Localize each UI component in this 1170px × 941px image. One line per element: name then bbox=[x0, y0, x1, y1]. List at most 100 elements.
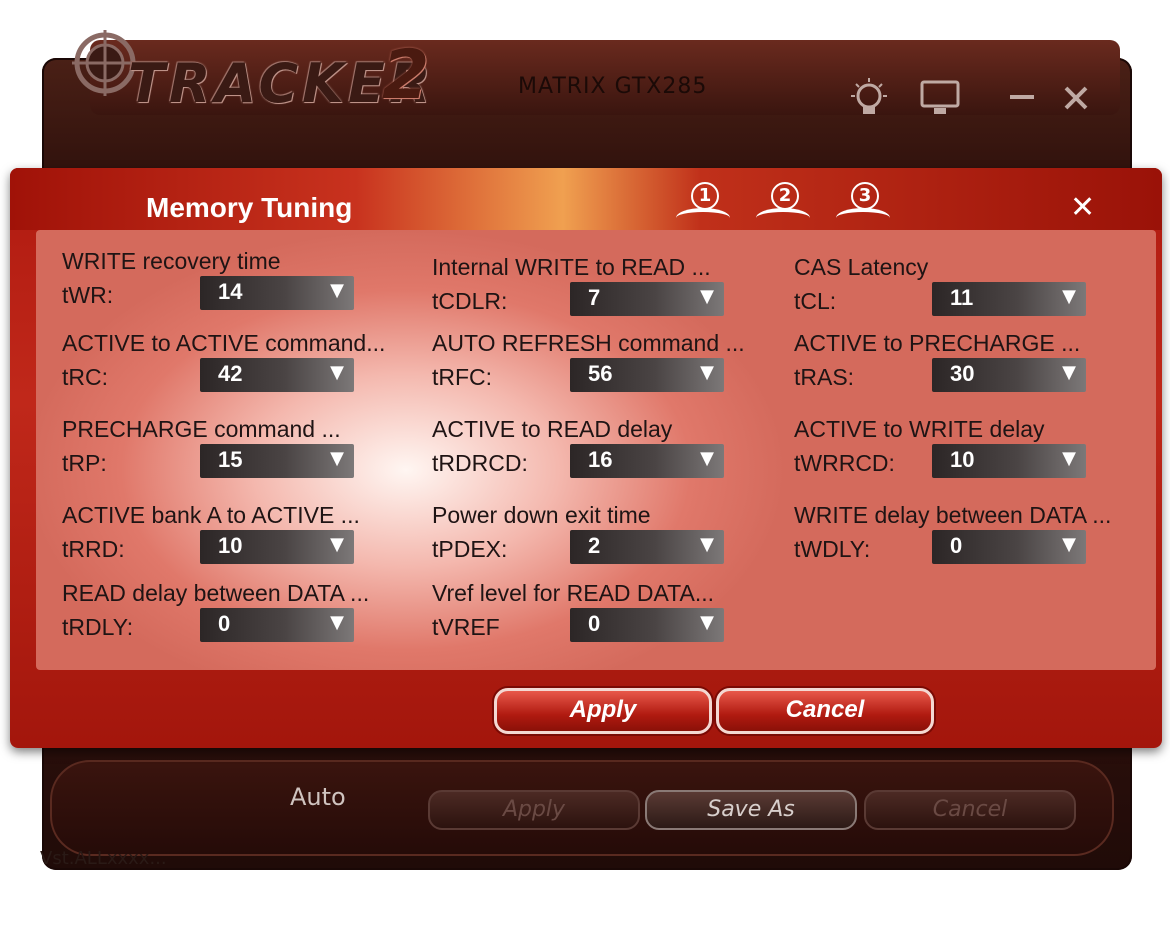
step-2-tab[interactable]: 2 bbox=[752, 182, 814, 226]
window-close-icon[interactable] bbox=[1062, 84, 1090, 112]
chevron-down-icon: ▼ bbox=[700, 286, 714, 307]
dropdown-value: 15 bbox=[218, 447, 243, 472]
chevron-down-icon: ▼ bbox=[700, 612, 714, 633]
field-twrrcd: ACTIVE to WRITE delay tWRRCD: 10 ▼ bbox=[794, 416, 1154, 496]
memory-tuning-dialog: Memory Tuning 1 2 3 ✕ WRITE recovery tim… bbox=[10, 168, 1162, 748]
field-abbr: tRDLY: bbox=[62, 614, 134, 640]
field-trrd: ACTIVE bank A to ACTIVE ... tRRD: 10 ▼ bbox=[62, 502, 422, 582]
dropdown-value: 56 bbox=[588, 361, 613, 386]
light-bulb-icon[interactable] bbox=[846, 76, 892, 122]
field-abbr: tVREF bbox=[432, 614, 500, 640]
chevron-down-icon: ▼ bbox=[330, 362, 344, 383]
chevron-down-icon: ▼ bbox=[1062, 362, 1076, 383]
trfc-dropdown[interactable]: 56 ▼ bbox=[570, 358, 724, 392]
field-abbr: tCDLR: bbox=[432, 288, 508, 314]
dropdown-value: 42 bbox=[218, 361, 243, 386]
field-abbr: tRAS: bbox=[794, 364, 855, 390]
save-as-button[interactable]: Save As bbox=[645, 790, 857, 830]
tcdlr-dropdown[interactable]: 7 ▼ bbox=[570, 282, 724, 316]
tpdex-dropdown[interactable]: 2 ▼ bbox=[570, 530, 724, 564]
dropdown-value: 0 bbox=[950, 533, 963, 558]
field-tpdex: Power down exit time tPDEX: 2 ▼ bbox=[432, 502, 792, 582]
trdrcd-dropdown[interactable]: 16 ▼ bbox=[570, 444, 724, 478]
field-label: Internal WRITE to READ ... bbox=[432, 254, 711, 280]
field-trdrcd: ACTIVE to READ delay tRDRCD: 16 ▼ bbox=[432, 416, 792, 496]
field-abbr: tRC: bbox=[62, 364, 108, 390]
step-wing-icon bbox=[756, 208, 810, 228]
twdly-dropdown[interactable]: 0 ▼ bbox=[932, 530, 1086, 564]
app-version-mark: 2 bbox=[382, 36, 430, 115]
main-apply-button[interactable]: Apply bbox=[428, 790, 640, 830]
field-trp: PRECHARGE command ... tRP: 15 ▼ bbox=[62, 416, 422, 496]
gpu-model-label: MATRIX GTX285 bbox=[518, 74, 708, 99]
field-tvref: Vref level for READ DATA... tVREF 0 ▼ bbox=[432, 580, 792, 660]
field-label: ACTIVE bank A to ACTIVE ... bbox=[62, 502, 360, 528]
field-abbr: tCL: bbox=[794, 288, 837, 314]
dialog-title: Memory Tuning bbox=[146, 192, 353, 223]
twrrcd-dropdown[interactable]: 10 ▼ bbox=[932, 444, 1086, 478]
dropdown-value: 16 bbox=[588, 447, 613, 472]
chevron-down-icon: ▼ bbox=[330, 612, 344, 633]
step-3-tab[interactable]: 3 bbox=[832, 182, 894, 226]
field-abbr: tWDLY: bbox=[794, 536, 871, 562]
dropdown-value: 14 bbox=[218, 279, 243, 304]
field-label: Vref level for READ DATA... bbox=[432, 580, 715, 606]
field-tras: ACTIVE to PRECHARGE ... tRAS: 30 ▼ bbox=[794, 330, 1154, 410]
field-label: WRITE recovery time bbox=[62, 248, 281, 274]
field-abbr: tPDEX: bbox=[432, 536, 508, 562]
dropdown-value: 2 bbox=[588, 533, 601, 558]
field-abbr: tWR: bbox=[62, 282, 114, 308]
dropdown-value: 10 bbox=[950, 447, 975, 472]
field-label: ACTIVE to ACTIVE command... bbox=[62, 330, 386, 356]
chevron-down-icon: ▼ bbox=[700, 448, 714, 469]
tras-dropdown[interactable]: 30 ▼ bbox=[932, 358, 1086, 392]
dropdown-value: 10 bbox=[218, 533, 243, 558]
dropdown-value: 11 bbox=[950, 285, 974, 310]
field-tcl: CAS Latency tCL: 11 ▼ bbox=[794, 254, 1154, 334]
cancel-button[interactable]: Cancel bbox=[716, 688, 934, 734]
chevron-down-icon: ▼ bbox=[700, 362, 714, 383]
apply-button[interactable]: Apply bbox=[494, 688, 712, 734]
trdly-dropdown[interactable]: 0 ▼ bbox=[200, 608, 354, 642]
field-label: ACTIVE to PRECHARGE ... bbox=[794, 330, 1081, 356]
auto-mode-label: Auto bbox=[290, 783, 346, 811]
trrd-dropdown[interactable]: 10 ▼ bbox=[200, 530, 354, 564]
chevron-down-icon: ▼ bbox=[1062, 286, 1076, 307]
field-abbr: tRP: bbox=[62, 450, 107, 476]
field-label: AUTO REFRESH command ... bbox=[432, 330, 745, 356]
chevron-down-icon: ▼ bbox=[330, 280, 344, 301]
chevron-down-icon: ▼ bbox=[330, 534, 344, 555]
step-wing-icon bbox=[836, 208, 890, 228]
trc-dropdown[interactable]: 42 ▼ bbox=[200, 358, 354, 392]
field-twr: WRITE recovery time tWR: 14 ▼ bbox=[62, 248, 422, 328]
twr-dropdown[interactable]: 14 ▼ bbox=[200, 276, 354, 310]
field-label: READ delay between DATA ... bbox=[62, 580, 370, 606]
field-abbr: tRRD: bbox=[62, 536, 125, 562]
field-abbr: tRDRCD: bbox=[432, 450, 528, 476]
step-wing-icon bbox=[676, 208, 730, 228]
field-trc: ACTIVE to ACTIVE command... tRC: 42 ▼ bbox=[62, 330, 422, 410]
timing-fields-panel: WRITE recovery time tWR: 14 ▼ Internal WR… bbox=[36, 230, 1156, 670]
field-label: ACTIVE to READ delay bbox=[432, 416, 673, 442]
step-number: 1 bbox=[691, 182, 719, 210]
field-label: WRITE delay between DATA ... bbox=[794, 502, 1112, 528]
field-abbr: tWRRCD: bbox=[794, 450, 895, 476]
trp-dropdown[interactable]: 15 ▼ bbox=[200, 444, 354, 478]
dropdown-value: 0 bbox=[218, 611, 231, 636]
field-label: PRECHARGE command ... bbox=[62, 416, 341, 442]
tcl-dropdown[interactable]: 11 ▼ bbox=[932, 282, 1086, 316]
minimize-icon[interactable] bbox=[1008, 92, 1036, 102]
field-trfc: AUTO REFRESH command ... tRFC: 56 ▼ bbox=[432, 330, 792, 410]
step-1-tab[interactable]: 1 bbox=[672, 182, 734, 226]
field-trdly: READ delay between DATA ... tRDLY: 0 ▼ bbox=[62, 580, 422, 660]
tvref-dropdown[interactable]: 0 ▼ bbox=[570, 608, 724, 642]
monitor-icon[interactable] bbox=[918, 78, 962, 118]
field-label: ACTIVE to WRITE delay bbox=[794, 416, 1045, 442]
chevron-down-icon: ▼ bbox=[330, 448, 344, 469]
main-cancel-button[interactable]: Cancel bbox=[864, 790, 1076, 830]
chevron-down-icon: ▼ bbox=[1062, 448, 1076, 469]
field-label: Power down exit time bbox=[432, 502, 651, 528]
dialog-close-icon[interactable]: ✕ bbox=[1070, 190, 1095, 225]
field-twdly: WRITE delay between DATA ... tWDLY: 0 ▼ bbox=[794, 502, 1154, 582]
dropdown-value: 7 bbox=[588, 285, 601, 310]
